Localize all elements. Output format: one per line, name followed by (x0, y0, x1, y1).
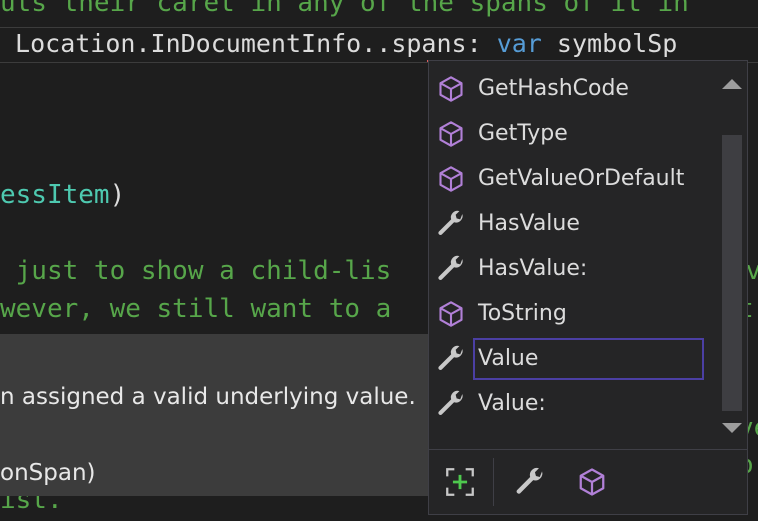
method-cube-icon (429, 111, 473, 156)
code-line-comment-top: uts their caret in any of the spans of i… (0, 0, 689, 18)
completion-item[interactable]: Value: (429, 381, 709, 426)
property-filter-button[interactable] (507, 458, 553, 506)
code-line-current[interactable]: Location.InDocumentInfo..spans: var symb… (0, 29, 677, 59)
method-cube-icon (429, 291, 473, 336)
completion-item[interactable]: HasValue: (429, 246, 709, 291)
property-wrench-icon (429, 246, 473, 291)
tooltip-description: n assigned a valid underlying value. (0, 384, 416, 410)
completion-item[interactable]: ToString (429, 291, 709, 336)
completion-item[interactable]: GetValueOrDefault (429, 156, 709, 201)
property-wrench-icon (429, 381, 473, 426)
property-wrench-icon (429, 201, 473, 246)
completion-item[interactable]: GetType (429, 111, 709, 156)
scroll-up-arrow-icon[interactable] (722, 79, 742, 89)
expand-scope-button[interactable] (437, 458, 483, 506)
scroll-thumb[interactable] (722, 135, 742, 411)
filter-divider (493, 458, 494, 506)
completion-filter-bar (429, 449, 747, 515)
code-line-comment-just: just to show a child-lis (0, 256, 392, 286)
var-keyword: var (496, 29, 542, 58)
expand-scope-icon (446, 468, 474, 496)
property-wrench-icon (429, 336, 473, 381)
property-filter-icon (516, 467, 543, 494)
completion-item[interactable]: GetHashCode (429, 66, 709, 111)
completion-item-selected[interactable]: Value (429, 336, 709, 381)
code-line-comment-wever: wever, we still want to a (0, 294, 392, 324)
method-filter-icon (579, 468, 605, 496)
code-line-essitem: essItem) (0, 180, 126, 210)
completion-list[interactable]: GetHashCode GetType GetValueOrDefault Ha… (428, 60, 748, 515)
method-cube-icon (429, 156, 473, 201)
method-cube-icon (429, 66, 473, 111)
tooltip-signature: onSpan) (0, 460, 96, 486)
completion-item[interactable]: HasValue (429, 201, 709, 246)
quickinfo-tooltip: n assigned a valid underlying value. onS… (0, 334, 430, 496)
scroll-down-arrow-icon[interactable] (722, 423, 742, 433)
method-filter-button[interactable] (569, 458, 615, 506)
completion-scrollbar[interactable] (716, 61, 748, 441)
